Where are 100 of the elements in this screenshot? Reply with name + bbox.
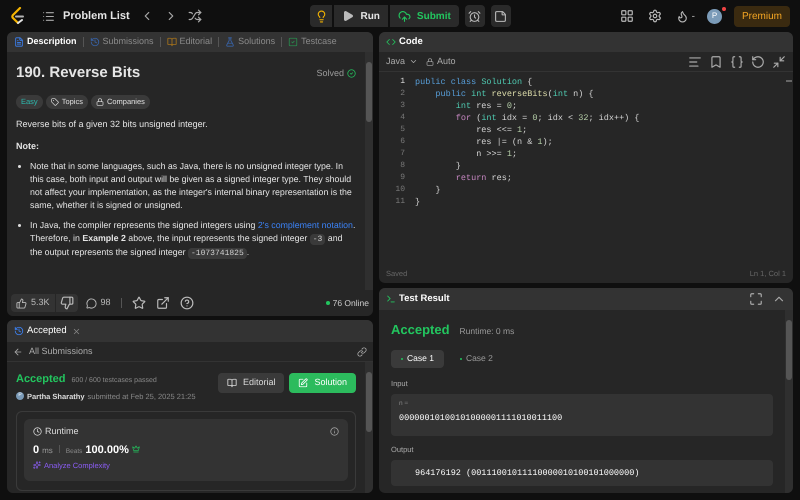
maximize-button[interactable]	[749, 292, 763, 306]
scrollbar[interactable]	[785, 310, 793, 493]
align-left-icon	[688, 54, 702, 68]
minimize-icon	[772, 54, 786, 68]
panel-title: Test Result	[399, 292, 450, 306]
runtime-unit: ms	[42, 445, 53, 458]
history-icon	[14, 326, 24, 336]
line-number: 5	[400, 124, 405, 136]
shuffle-icon	[188, 9, 202, 23]
back-icon[interactable]	[13, 346, 23, 356]
runtime-label: Runtime: 0 ms	[460, 325, 514, 338]
bookmark-button[interactable]	[709, 54, 723, 68]
note-item: Note that in some languages, such as Java, there is no unsigned integer type. In this case, both input and output will be given as a signed integer type. They should not affect your implementation, as the integer's internal binary representation is the same, whether it is signed or unsigned.	[30, 160, 353, 212]
link-icon[interactable]	[357, 346, 367, 356]
thumbs-down-icon	[60, 296, 74, 310]
lock-icon	[426, 58, 434, 66]
panel-tab[interactable]: Editorial	[166, 35, 212, 49]
play-icon	[342, 10, 354, 22]
share-icon	[156, 296, 170, 310]
info-icon[interactable]	[330, 427, 339, 436]
scrollbar[interactable]	[365, 362, 373, 493]
panel-tab[interactable]: Testcase	[288, 35, 337, 49]
braces-icon	[730, 54, 744, 68]
code-line: public class Solution {	[415, 76, 534, 88]
book-icon	[226, 378, 237, 388]
check-icon	[347, 68, 356, 78]
runtime-title: Runtime	[45, 424, 79, 438]
crown-icon	[132, 445, 140, 454]
code-line: int res = 0;	[454, 100, 518, 112]
mode-label: Auto	[437, 54, 456, 68]
bookmark-icon	[709, 54, 723, 68]
accepted-tab[interactable]: Accepted	[27, 324, 67, 338]
panel-tab[interactable]: Submissions	[90, 35, 154, 49]
line-number: 3	[400, 100, 405, 112]
logo-icon[interactable]	[10, 7, 26, 25]
lightbulb-icon	[314, 10, 328, 22]
beats-percent: 100.00%	[85, 443, 129, 458]
scrollbar[interactable]	[365, 52, 373, 290]
help-icon	[180, 296, 194, 310]
code-line: return res;	[454, 172, 513, 184]
format-button[interactable]	[688, 54, 702, 68]
case-tab[interactable]: Case 1	[391, 350, 444, 368]
reset-button[interactable]	[751, 54, 765, 68]
favorite-button[interactable]	[132, 296, 146, 310]
flask-icon	[225, 37, 236, 47]
cloud-upload-icon	[398, 10, 411, 22]
verdict-label: Accepted	[391, 321, 450, 339]
online-count: 76 Online	[332, 296, 369, 310]
debug-button[interactable]	[310, 5, 332, 27]
document-icon	[14, 37, 24, 47]
streak-count: -	[692, 10, 695, 24]
output-value: 964176192 (00111001011110000010100101000000)	[415, 466, 640, 480]
panel-tab[interactable]: Solutions	[225, 35, 276, 49]
comments-button[interactable]: 98	[86, 296, 111, 310]
verdict-label: Accepted	[16, 372, 66, 387]
shuffle-button[interactable]	[188, 9, 202, 23]
settings-button[interactable]	[648, 9, 662, 23]
list-icon[interactable]	[42, 10, 55, 22]
history-icon	[90, 37, 100, 47]
code-icon	[386, 37, 396, 47]
layout-button[interactable]	[620, 9, 634, 23]
editorial-button[interactable]: Editorial	[218, 373, 284, 393]
help-button[interactable]	[180, 296, 194, 310]
code-line: }	[434, 184, 442, 196]
inline-code: -1073741825	[188, 248, 247, 258]
line-number: 1	[400, 76, 405, 88]
terminal-icon	[386, 294, 396, 304]
share-button[interactable]	[156, 296, 170, 310]
panel-tab[interactable]: Description	[14, 35, 77, 49]
tag-icon	[50, 98, 59, 106]
flame-icon[interactable]	[676, 10, 689, 22]
braces-button[interactable]	[730, 54, 744, 68]
line-number: 10	[395, 184, 405, 196]
close-icon[interactable]	[72, 326, 81, 336]
comment-icon	[86, 298, 97, 308]
code-line: res <<= 1;	[475, 124, 528, 136]
collapse-button[interactable]	[772, 54, 786, 68]
complement-link[interactable]: 2's complement notation	[258, 220, 353, 230]
solved-label: Solved	[316, 66, 344, 80]
undo-icon	[751, 54, 765, 68]
submit-button[interactable]: Submit	[390, 5, 459, 27]
notes-button[interactable]	[490, 5, 511, 27]
all-submissions-link[interactable]: All Submissions	[29, 344, 93, 358]
grid-icon	[620, 9, 634, 23]
run-button[interactable]: Run	[334, 5, 388, 27]
thumbs-up-icon	[16, 298, 27, 308]
line-number: 2	[400, 88, 405, 100]
line-number: 11	[395, 196, 405, 208]
clock-icon	[33, 427, 42, 436]
scrollbar[interactable]	[786, 80, 792, 82]
language-select[interactable]: Java	[386, 54, 418, 68]
premium-button[interactable]: Premium	[734, 6, 790, 26]
chevron-down-icon	[409, 57, 418, 66]
case-tab[interactable]: Case 2	[450, 350, 503, 368]
problem-list-link[interactable]: Problem List	[63, 8, 130, 24]
problem-title: 190. Reverse Bits	[16, 63, 140, 83]
timer-button[interactable]	[464, 5, 485, 27]
note-heading: Note:	[16, 140, 40, 153]
settings-icon	[648, 9, 662, 23]
line-number: 6	[400, 136, 405, 148]
